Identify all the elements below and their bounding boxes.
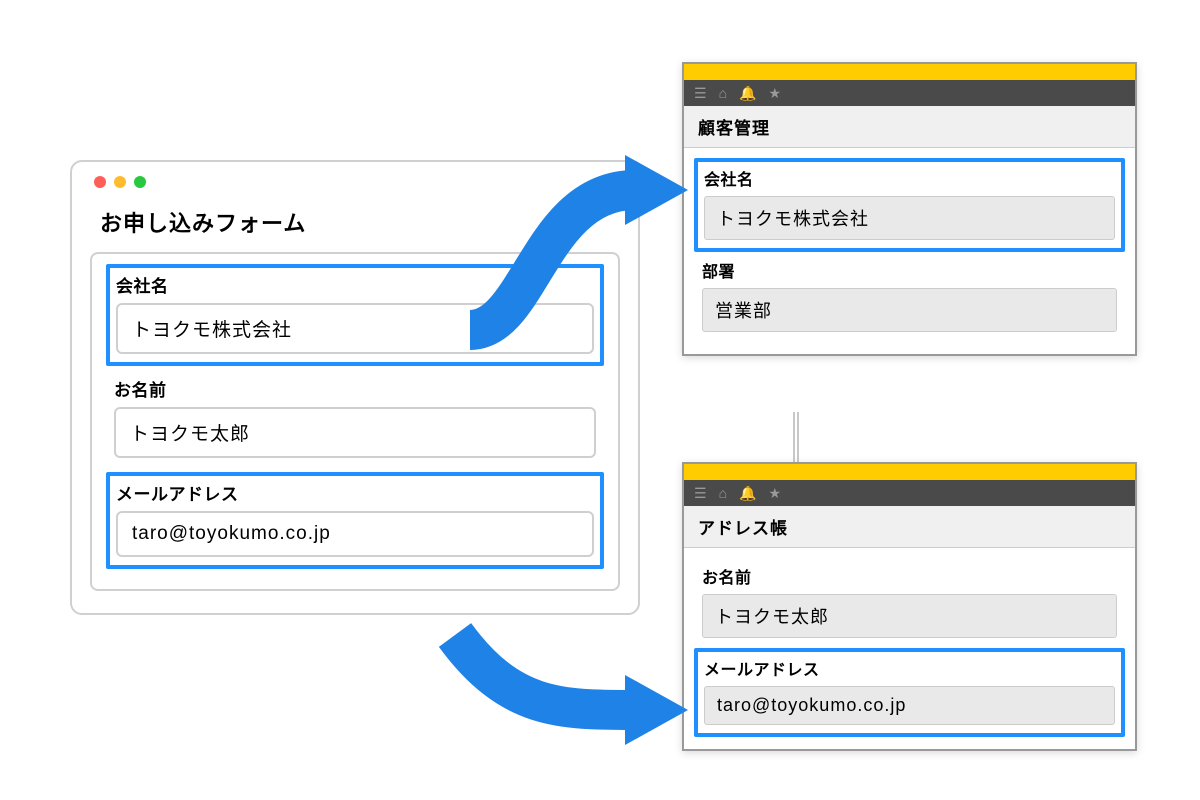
address-email-value: taro@toyokumo.co.jp xyxy=(704,686,1115,725)
star-icon[interactable]: ★ xyxy=(768,86,781,100)
address-app-body: お名前 トヨクモ太郎 メールアドレス taro@toyokumo.co.jp xyxy=(684,548,1135,749)
brand-bar xyxy=(684,464,1135,480)
name-input[interactable]: トヨクモ太郎 xyxy=(114,407,596,458)
name-label: お名前 xyxy=(114,376,596,401)
menu-icon[interactable]: ☰ xyxy=(694,486,707,500)
address-app-card: ☰ ⌂ 🔔 ★ アドレス帳 お名前 トヨクモ太郎 メールアドレス taro@to… xyxy=(682,462,1137,751)
bell-icon[interactable]: 🔔 xyxy=(739,86,756,100)
maximize-icon[interactable] xyxy=(134,176,146,188)
customer-company-value: トヨクモ株式会社 xyxy=(704,196,1115,240)
window-controls xyxy=(94,176,620,188)
email-input[interactable]: taro@toyokumo.co.jp xyxy=(116,511,594,557)
app-toolbar: ☰ ⌂ 🔔 ★ xyxy=(684,480,1135,506)
company-field-group: 会社名 トヨクモ株式会社 xyxy=(106,264,604,366)
home-icon[interactable]: ⌂ xyxy=(719,86,727,100)
address-name-label: お名前 xyxy=(702,564,1117,588)
customer-department-value: 営業部 xyxy=(702,288,1117,332)
address-email-field: メールアドレス taro@toyokumo.co.jp xyxy=(694,648,1125,737)
brand-bar xyxy=(684,64,1135,80)
address-name-field: お名前 トヨクモ太郎 xyxy=(694,558,1125,648)
customer-company-field: 会社名 トヨクモ株式会社 xyxy=(694,158,1125,252)
menu-icon[interactable]: ☰ xyxy=(694,86,707,100)
bell-icon[interactable]: 🔔 xyxy=(739,486,756,500)
app-toolbar: ☰ ⌂ 🔔 ★ xyxy=(684,80,1135,106)
customer-company-label: 会社名 xyxy=(704,166,1115,190)
address-email-label: メールアドレス xyxy=(704,656,1115,680)
customer-department-label: 部署 xyxy=(702,258,1117,282)
close-icon[interactable] xyxy=(94,176,106,188)
minimize-icon[interactable] xyxy=(114,176,126,188)
email-label: メールアドレス xyxy=(116,480,594,505)
star-icon[interactable]: ★ xyxy=(768,486,781,500)
email-field-group: メールアドレス taro@toyokumo.co.jp xyxy=(106,472,604,569)
customer-app-card: ☰ ⌂ 🔔 ★ 顧客管理 会社名 トヨクモ株式会社 部署 営業部 xyxy=(682,62,1137,356)
arrow-email-to-address xyxy=(430,610,700,760)
address-name-value: トヨクモ太郎 xyxy=(702,594,1117,638)
home-icon[interactable]: ⌂ xyxy=(719,486,727,500)
form-body: 会社名 トヨクモ株式会社 お名前 トヨクモ太郎 メールアドレス taro@toy… xyxy=(90,252,620,591)
company-input[interactable]: トヨクモ株式会社 xyxy=(116,303,594,354)
form-title: お申し込みフォーム xyxy=(100,206,610,238)
customer-app-body: 会社名 トヨクモ株式会社 部署 営業部 xyxy=(684,148,1135,354)
company-label: 会社名 xyxy=(116,272,594,297)
app-title: 顧客管理 xyxy=(684,106,1135,148)
app-title: アドレス帳 xyxy=(684,506,1135,548)
application-form-window: お申し込みフォーム 会社名 トヨクモ株式会社 お名前 トヨクモ太郎 メールアドレ… xyxy=(70,160,640,615)
name-field-group: お名前 トヨクモ太郎 xyxy=(106,370,604,468)
customer-department-field: 部署 営業部 xyxy=(694,252,1125,342)
